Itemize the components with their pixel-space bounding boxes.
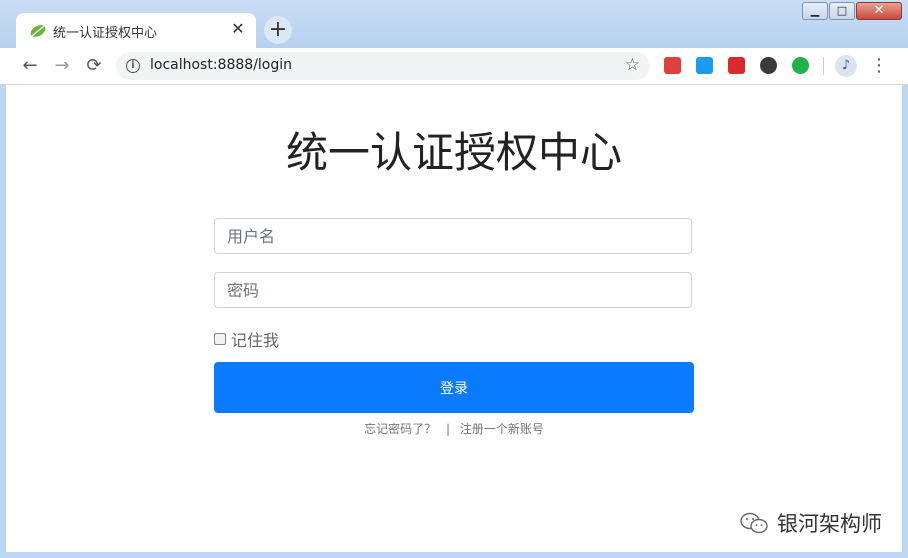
page-content: 统一认证授权中心 记住我 登录 忘记密码了？ | 注册一个新账号 银河架构师	[6, 85, 902, 552]
register-link[interactable]: 注册一个新账号	[460, 422, 544, 436]
menu-icon[interactable]: ⋮	[870, 55, 888, 77]
tab-title: 统一认证授权中心	[53, 26, 158, 41]
green-extension-icon[interactable]	[792, 57, 809, 74]
title-bar: 统一认证授权中心 ✕ + ▁ □ ✕	[0, 0, 908, 48]
maximize-icon: □	[836, 4, 848, 17]
fe-extension-icon[interactable]	[728, 57, 745, 74]
remember-checkbox[interactable]	[214, 333, 226, 345]
maximize-button[interactable]: □	[829, 2, 855, 20]
remember-label: 记住我	[231, 331, 280, 350]
leaf-favicon-icon	[30, 25, 46, 37]
back-button[interactable]: ←	[19, 55, 41, 77]
browser-window: 统一认证授权中心 ✕ + ▁ □ ✕ ← → ⟳ i localhost:888…	[0, 0, 908, 558]
watermark: 银河架构师	[739, 508, 882, 538]
dice-extension-icon[interactable]	[664, 57, 681, 74]
address-bar[interactable]: i localhost:8888/login ☆	[116, 52, 650, 80]
info-icon[interactable]: i	[126, 59, 140, 73]
evernote-extension-icon[interactable]	[760, 57, 777, 74]
new-tab-button[interactable]: +	[264, 16, 292, 44]
minimize-icon: ▁	[810, 4, 820, 17]
close-icon: ✕	[873, 3, 885, 18]
url-text[interactable]: localhost:8888/login	[150, 57, 292, 73]
profile-avatar[interactable]: ♪	[835, 55, 857, 77]
forward-button[interactable]: →	[51, 55, 73, 77]
bird-extension-icon[interactable]	[696, 57, 713, 74]
browser-toolbar: ← → ⟳ i localhost:8888/login ☆ ♪ ⋮	[0, 48, 908, 85]
forgot-password-link[interactable]: 忘记密码了？	[364, 422, 436, 436]
page-title: 统一认证授权中心	[285, 128, 622, 177]
tab-close-icon[interactable]: ✕	[228, 19, 248, 39]
browser-tab[interactable]: 统一认证授权中心 ✕	[16, 13, 256, 48]
minimize-button[interactable]: ▁	[802, 2, 828, 20]
close-window-button[interactable]: ✕	[856, 2, 902, 20]
reload-button[interactable]: ⟳	[83, 55, 105, 77]
bookmark-star-icon[interactable]: ☆	[625, 55, 640, 75]
toolbar-separator	[823, 57, 824, 75]
remember-me[interactable]: 记住我	[214, 327, 279, 351]
window-controls: ▁ □ ✕	[801, 2, 902, 22]
watermark-text: 银河架构师	[777, 512, 882, 536]
auth-links: 忘记密码了？ | 注册一个新账号	[6, 420, 902, 437]
login-button[interactable]: 登录	[214, 362, 694, 413]
wechat-icon	[740, 512, 768, 534]
link-divider: |	[445, 422, 451, 436]
password-input[interactable]	[214, 272, 692, 308]
username-input[interactable]	[214, 218, 692, 254]
